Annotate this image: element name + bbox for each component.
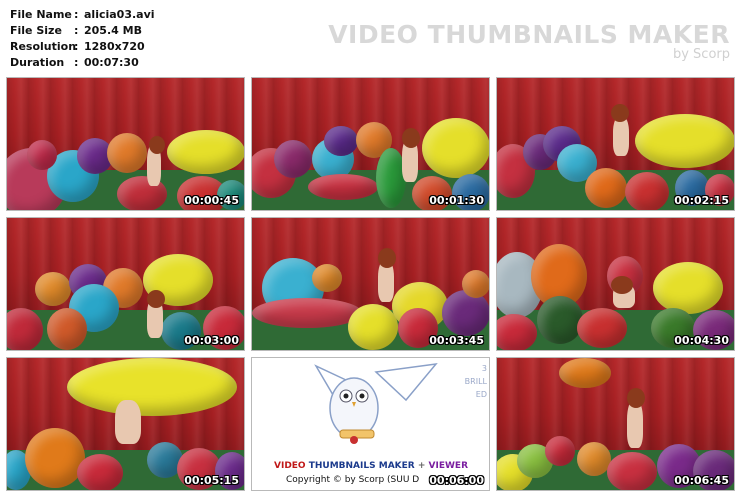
timestamp-label: 00:04:30 (674, 334, 729, 347)
video-frame (252, 78, 489, 210)
video-frame (7, 218, 244, 350)
timestamp-label: 00:06:00 (429, 474, 484, 487)
separator: : (74, 24, 79, 37)
promo-thumbnail[interactable]: VIDEO THUMBNAILS MAKER + VIEWER Copyrigh… (251, 357, 490, 491)
video-frame (497, 78, 734, 210)
separator: : (74, 8, 79, 21)
promo-title: VIDEO THUMBNAILS MAKER + VIEWER (274, 461, 469, 471)
video-frame (497, 218, 734, 350)
timestamp-label: 00:03:00 (184, 334, 239, 347)
brand-title: VIDEO THUMBNAILS MAKER (328, 20, 730, 49)
thumbnail-7[interactable]: 00:05:15 (6, 357, 245, 491)
thumbnail-9[interactable]: 00:06:45 (496, 357, 735, 491)
brand-subtitle: by Scorp (672, 47, 730, 62)
timestamp-label: 00:06:45 (674, 474, 729, 487)
resolution-row: Resolution : 1280x720 (10, 39, 155, 55)
separator: : (74, 40, 79, 53)
video-frame (7, 358, 244, 490)
separator: : (74, 56, 79, 69)
thumbnail-1[interactable]: 00:00:45 (6, 77, 245, 211)
resolution-value: 1280x720 (84, 40, 145, 53)
duration-label: Duration (10, 56, 65, 69)
file-name-value: alicia03.avi (84, 8, 155, 21)
video-frame (7, 78, 244, 210)
owl-logo-icon (314, 363, 438, 444)
file-name-label: File Name (10, 8, 72, 21)
resolution-label: Resolution (10, 40, 77, 53)
promo-side-text: 3 BRILL ED (464, 364, 487, 399)
timestamp-label: 00:01:30 (429, 194, 484, 207)
timestamp-label: 00:03:45 (429, 334, 484, 347)
promo-copyright: Copyright © by Scorp (SUU D (286, 475, 420, 485)
thumbnail-5[interactable]: 00:03:45 (251, 217, 490, 351)
brand-watermark: VIDEO THUMBNAILS MAKER by Scorp (328, 20, 730, 62)
file-size-label: File Size (10, 24, 62, 37)
video-frame (497, 358, 734, 490)
timestamp-label: 00:02:15 (674, 194, 729, 207)
thumbnail-3[interactable]: 00:02:15 (496, 77, 735, 211)
file-name-row: File Name : alicia03.avi (10, 7, 155, 23)
timestamp-label: 00:05:15 (184, 474, 239, 487)
video-frame (252, 218, 489, 350)
timestamp-label: 00:00:45 (184, 194, 239, 207)
duration-row: Duration : 00:07:30 (10, 55, 155, 71)
file-size-value: 205.4 MB (84, 24, 142, 37)
duration-value: 00:07:30 (84, 56, 139, 69)
file-size-row: File Size : 205.4 MB (10, 23, 155, 39)
thumbnail-4[interactable]: 00:03:00 (6, 217, 245, 351)
thumbnail-6[interactable]: 00:04:30 (496, 217, 735, 351)
thumbnail-2[interactable]: 00:01:30 (251, 77, 490, 211)
file-info-panel: File Name : alicia03.avi File Size : 205… (10, 7, 155, 71)
